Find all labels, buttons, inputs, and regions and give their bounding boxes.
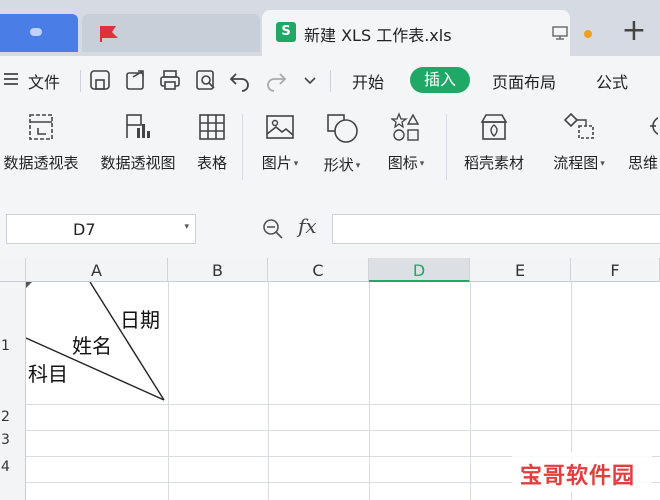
docer-material-icon [480, 114, 508, 140]
document-tab[interactable] [82, 14, 260, 52]
cell-reference: D7 [73, 220, 96, 239]
pivot-chart-button[interactable]: 数据透视图 [94, 112, 182, 190]
column-header-c[interactable]: C [268, 258, 369, 282]
flowchart-icon [563, 112, 594, 139]
active-document-tab[interactable]: S 新建 XLS 工作表.xls [262, 10, 592, 56]
menu-bar: 文件 开始 插入 页面布局 公式 [0, 56, 660, 104]
menu-start[interactable]: 开始 [352, 69, 384, 93]
picture-icon [266, 115, 294, 139]
pivot-table-icon [29, 114, 53, 140]
watermark-logo: 宝哥软件园 [512, 452, 652, 492]
flowchart-button[interactable]: 流程图 ▾ [546, 112, 612, 190]
row-headers: 1 2 3 4 [0, 282, 26, 500]
dropdown-caret-icon: ▾ [293, 159, 299, 169]
column-gridline [268, 282, 269, 500]
ribbon-label: 图标 [387, 154, 418, 172]
title-tab-bar: S 新建 XLS 工作表.xls + [0, 0, 660, 56]
chevron-down-icon[interactable]: ▾ [184, 222, 189, 232]
column-headers: A B C D E F [0, 258, 660, 282]
flag-icon [100, 26, 118, 42]
print-preview-icon[interactable] [194, 68, 218, 92]
table-button[interactable]: 表格 [190, 112, 234, 190]
divider [330, 70, 331, 92]
document-title: 新建 XLS 工作表.xls [304, 26, 452, 45]
ribbon-label: 流程图 [553, 154, 599, 172]
column-header-b[interactable]: B [168, 258, 268, 282]
file-menu[interactable]: 文件 [28, 69, 60, 93]
ribbon-label: 数据透视图 [100, 154, 176, 172]
cloud-icon [30, 28, 42, 36]
dropdown-caret-icon: ▾ [600, 159, 605, 169]
divider [80, 70, 81, 92]
menu-insert[interactable]: 插入 [410, 67, 470, 93]
menu-page-layout[interactable]: 页面布局 [492, 69, 556, 93]
formula-input[interactable] [332, 214, 660, 244]
redo-icon[interactable] [264, 68, 288, 92]
column-gridline [168, 282, 169, 500]
ribbon-label: 表格 [196, 154, 227, 172]
export-icon[interactable] [124, 68, 148, 92]
mindmap-button[interactable]: 思维 [626, 112, 660, 190]
menu-icon[interactable] [4, 72, 20, 86]
name-box[interactable]: D7 ▾ [6, 214, 196, 244]
column-header-f[interactable]: F [571, 258, 660, 282]
column-header-a[interactable]: A [26, 258, 168, 282]
ribbon-divider [446, 114, 447, 180]
mindmap-icon [650, 117, 658, 135]
ribbon-label: 数据透视表 [3, 154, 79, 172]
pivot-table-button[interactable]: 数据透视表 [0, 112, 84, 190]
home-tab[interactable] [0, 14, 78, 52]
unsaved-dot-icon [584, 30, 592, 38]
ribbon-label: 图片 [261, 154, 292, 172]
screen-icon[interactable] [552, 26, 568, 40]
ribbon-label: 稻壳素材 [463, 154, 524, 172]
shape-button[interactable]: 形状 ▾ [314, 112, 370, 190]
dropdown-caret-icon: ▾ [355, 161, 361, 171]
docer-material-button[interactable]: 稻壳素材 [458, 112, 530, 190]
row-header-3[interactable]: 3 [0, 432, 26, 448]
row-gridline [26, 430, 660, 431]
watermark-text: 宝哥软件园 [520, 464, 636, 489]
column-header-d[interactable]: D [369, 258, 470, 282]
select-all-corner[interactable] [0, 258, 26, 282]
undo-icon[interactable] [228, 68, 252, 92]
new-tab-button[interactable]: + [614, 12, 654, 52]
ribbon-label: 思维 [628, 154, 659, 172]
ribbon-divider [242, 114, 243, 180]
insert-ribbon: 数据透视表 数据透视图 表格 图片 ▾ 形状 ▾ 图标 ▾ 稻壳素材 流程图 ▾… [0, 104, 660, 194]
column-gridline [470, 282, 471, 500]
cell-a1-subject-label: 科目 [28, 362, 68, 386]
column-header-e[interactable]: E [470, 258, 571, 282]
save-icon[interactable] [88, 68, 112, 92]
icons-button[interactable]: 图标 ▾ [378, 112, 434, 190]
row-header-4[interactable]: 4 [0, 459, 26, 475]
insert-function-button[interactable]: fx [298, 214, 317, 238]
picture-button[interactable]: 图片 ▾ [252, 112, 308, 190]
print-icon[interactable] [158, 68, 182, 92]
formula-bar: D7 ▾ fx [0, 194, 660, 258]
row-gridline [26, 404, 660, 405]
menu-formulas[interactable]: 公式 [596, 69, 628, 93]
table-icon [199, 114, 225, 140]
row-header-2[interactable]: 2 [0, 409, 26, 425]
pivot-chart-icon [126, 114, 150, 138]
cell-a1-name-label: 姓名 [72, 334, 112, 358]
dropdown-caret-icon: ▾ [419, 159, 425, 169]
spreadsheet-icon: S [276, 22, 296, 42]
column-gridline [369, 282, 370, 500]
cell-a1-date-label: 日期 [120, 308, 160, 332]
shape-icon [327, 114, 358, 143]
row-header-1[interactable]: 1 [0, 338, 26, 354]
zoom-out-icon[interactable] [262, 218, 284, 240]
ribbon-label: 形状 [323, 156, 354, 174]
more-chevron-icon[interactable] [302, 68, 318, 92]
icons-icon [391, 112, 420, 141]
